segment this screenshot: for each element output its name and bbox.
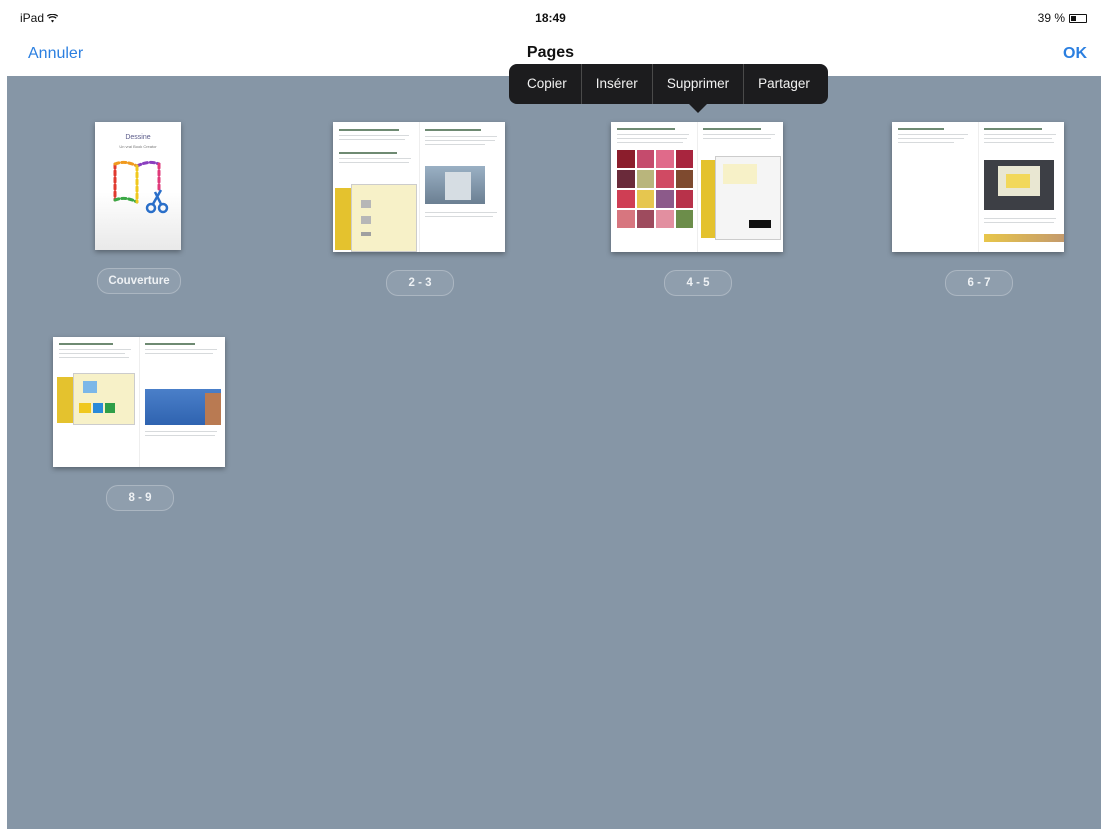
battery-percent: 39 % (1037, 11, 1065, 25)
page-label: Couverture (97, 268, 181, 294)
page-grid: Dessine Un vrai Book Creator Couverture … (7, 76, 1101, 829)
battery-icon (1069, 13, 1087, 23)
battery-fill (1071, 15, 1077, 21)
battery-indicator: 39 % (1038, 11, 1087, 25)
spread-page-image (53, 337, 225, 467)
insert-menu-item[interactable]: Insérer (582, 64, 652, 104)
page-label: 8 - 9 (106, 485, 174, 511)
ok-button[interactable]: OK (1063, 45, 1087, 63)
book-creator-logo-icon (113, 160, 169, 214)
page-thumbnail-cover[interactable]: Dessine Un vrai Book Creator Couverture (95, 122, 181, 294)
popover-arrow (688, 103, 708, 113)
edit-menu-popover: Copier Insérer Supprimer Partager (509, 64, 828, 113)
cover-page-image: Dessine Un vrai Book Creator (95, 122, 181, 250)
status-bar: iPad 18:49 39 % (0, 0, 1101, 34)
page-thumbnail-8-9[interactable]: 8 - 9 (53, 337, 225, 511)
spread-page-image (611, 122, 783, 252)
clock: 18:49 (535, 11, 566, 25)
spread-page-image (892, 122, 1064, 252)
page-thumbnail-4-5[interactable]: 4 - 5 (611, 122, 783, 296)
share-menu-item[interactable]: Partager (744, 64, 824, 104)
copy-menu-item[interactable]: Copier (513, 64, 581, 104)
delete-menu-item[interactable]: Supprimer (653, 64, 743, 104)
page-thumbnail-6-7[interactable]: 6 - 7 (892, 122, 1064, 296)
page-thumbnail-2-3[interactable]: 2 - 3 (333, 122, 505, 296)
page-label: 4 - 5 (664, 270, 732, 296)
page-title: Pages (526, 44, 575, 61)
spread-page-image (333, 122, 505, 252)
page-label: 2 - 3 (386, 270, 454, 296)
page-label: 6 - 7 (945, 270, 1013, 296)
